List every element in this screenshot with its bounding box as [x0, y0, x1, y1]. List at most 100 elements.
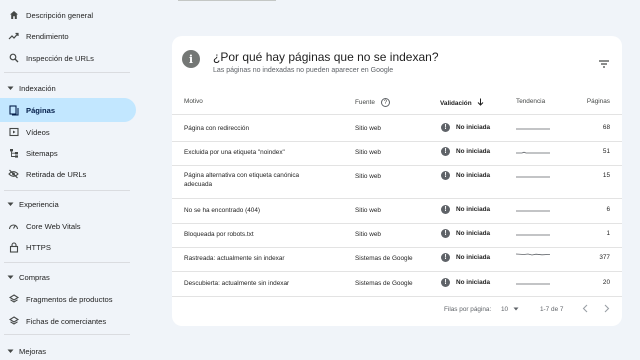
filter-icon[interactable]	[598, 56, 610, 68]
status-badge: ! No iniciada	[441, 205, 490, 214]
column-header-motivo[interactable]: Motivo	[184, 98, 203, 105]
row-divider	[172, 141, 622, 142]
column-header-fuente[interactable]: Fuente ?	[355, 98, 390, 107]
table-cell-fuente: Sistemas de Google	[355, 280, 413, 287]
status-label: No iniciada	[456, 172, 491, 179]
column-header-label: Tendencia	[516, 98, 546, 105]
pages-icon	[8, 104, 19, 116]
table-cell-motivo[interactable]: Excluida por una etiqueta "noindex"	[184, 148, 285, 157]
table-cell-fuente: Sitio web	[355, 231, 381, 238]
table-cell-paginas: 68	[602, 124, 610, 131]
status-label: No iniciada	[456, 254, 491, 261]
row-divider	[172, 247, 622, 248]
gauge-icon	[8, 221, 19, 232]
table-cell-motivo[interactable]: Página con redirección	[184, 124, 249, 133]
status-badge: ! No iniciada	[441, 278, 490, 287]
trend-sparkline	[516, 151, 550, 154]
table-cell-motivo[interactable]: Página alternativa con etiqueta canónica…	[184, 171, 324, 189]
chevron-down-icon	[6, 200, 14, 208]
table-cell-motivo[interactable]: Descubierta: actualmente sin indexar	[184, 279, 289, 288]
section-experience[interactable]: Experiencia	[0, 194, 136, 214]
rows-per-page-value: 10	[501, 306, 509, 313]
table-cell-motivo[interactable]: Bloqueada por robots.txt	[184, 230, 254, 239]
sidebar-item-label: Core Web Vitals	[26, 221, 81, 231]
table-cell-paginas: 1	[606, 230, 610, 237]
trend-sparkline	[516, 234, 550, 236]
card-subtitle: Las páginas no indexadas no pueden apare…	[213, 67, 394, 74]
section-enhancements[interactable]: Mejoras	[0, 341, 136, 360]
eye-off-icon	[8, 169, 19, 180]
status-badge: ! No iniciada	[441, 253, 490, 262]
trending-up-icon	[8, 31, 19, 42]
table-cell-paginas: 51	[602, 148, 610, 155]
status-badge: ! No iniciada	[441, 171, 490, 180]
search-icon	[8, 53, 19, 64]
sidebar-item-label: HTTPS	[26, 242, 51, 252]
rows-per-page-select[interactable]: 10	[501, 306, 519, 313]
column-header-validacion[interactable]: Validación	[440, 98, 484, 108]
section-indexing[interactable]: Indexación	[0, 78, 136, 98]
exclamation-icon: !	[441, 229, 450, 238]
video-icon	[8, 127, 19, 138]
exclamation-icon: !	[441, 171, 450, 180]
info-icon: i	[182, 50, 200, 68]
column-header-paginas[interactable]: Páginas	[587, 98, 610, 105]
exclamation-icon: !	[441, 123, 450, 132]
sidebar-item-label: Sitemaps	[26, 148, 58, 158]
layers-icon	[8, 294, 19, 305]
table-cell-paginas: 15	[602, 172, 610, 179]
sidebar-item-label: Páginas	[26, 105, 56, 115]
sidebar-item-label: Retirada de URLs	[26, 169, 87, 179]
chevron-down-icon	[6, 347, 14, 355]
section-shopping[interactable]: Compras	[0, 267, 136, 287]
status-label: No iniciada	[456, 206, 491, 213]
status-label: No iniciada	[456, 230, 491, 237]
sidebar-item-https[interactable]: HTTPS	[0, 235, 136, 259]
sidebar-item-url-inspection[interactable]: Inspección de URLs	[0, 46, 136, 70]
table-cell-fuente: Sistemas de Google	[355, 255, 413, 262]
help-icon[interactable]: ?	[380, 98, 390, 107]
pagination-range: 1-7 de 7	[540, 306, 564, 313]
sidebar-divider	[4, 334, 130, 335]
chevron-left-icon	[582, 304, 588, 313]
column-header-tendencia[interactable]: Tendencia	[516, 98, 545, 105]
sidebar-divider	[4, 262, 130, 263]
layers-icon	[8, 316, 19, 327]
table-cell-motivo[interactable]: No se ha encontrado (404)	[184, 206, 260, 215]
row-divider	[172, 114, 622, 115]
table-cell-fuente: Sitio web	[355, 207, 381, 214]
row-divider	[172, 296, 622, 297]
sidebar-divider	[4, 190, 130, 191]
sidebar-item-merchant-listings[interactable]: Fichas de comerciantes	[0, 309, 136, 333]
status-badge: ! No iniciada	[441, 123, 490, 132]
chevron-down-icon	[513, 306, 519, 313]
table-cell-fuente: Sitio web	[355, 173, 381, 180]
section-label: Mejoras	[19, 346, 47, 356]
chevron-down-icon	[6, 84, 14, 92]
exclamation-icon: !	[441, 253, 450, 262]
sidebar-item-url-removal[interactable]: Retirada de URLs	[0, 162, 136, 186]
status-badge: ! No iniciada	[441, 229, 490, 238]
sidebar-item-label: Rendimiento	[26, 31, 69, 41]
row-divider	[172, 198, 622, 199]
table-cell-motivo[interactable]: Rastreada: actualmente sin indexar	[184, 254, 285, 263]
column-header-label: Páginas	[586, 98, 610, 105]
sidebar-item-pages[interactable]: Páginas	[0, 98, 136, 122]
section-label: Indexación	[19, 83, 56, 93]
sidebar-divider	[4, 72, 130, 73]
exclamation-icon: !	[441, 205, 450, 214]
sidebar-item-label: Vídeos	[26, 127, 50, 137]
prev-page-button[interactable]	[582, 304, 588, 313]
arrow-down-icon	[477, 98, 484, 108]
next-page-button[interactable]	[604, 304, 610, 313]
trend-sparkline	[516, 128, 550, 130]
sidebar-item-performance[interactable]: Rendimiento	[0, 24, 136, 48]
status-badge: ! No iniciada	[441, 147, 490, 156]
sidebar-item-product-snippets[interactable]: Fragmentos de productos	[0, 287, 136, 311]
trend-sparkline	[516, 210, 550, 212]
exclamation-icon: !	[441, 147, 450, 156]
trend-sparkline	[516, 176, 550, 178]
column-header-label: Motivo	[184, 98, 203, 105]
sidebar-item-label: Inspección de URLs	[26, 53, 94, 63]
trend-sparkline	[516, 253, 550, 256]
